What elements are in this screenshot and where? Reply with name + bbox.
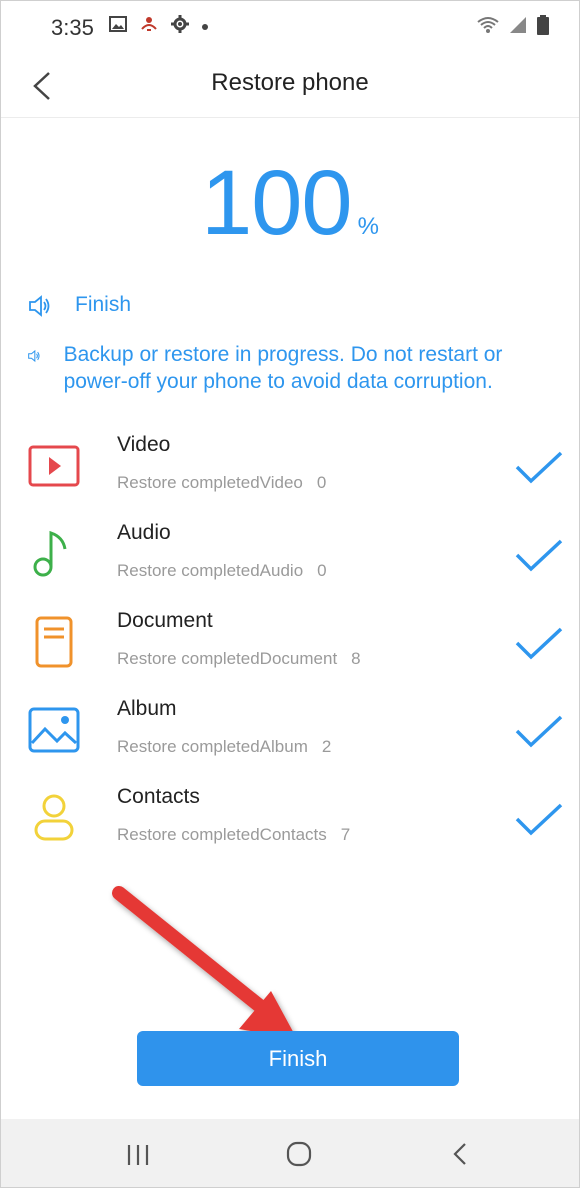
progress-value: 100 — [201, 152, 352, 254]
status-message-finish: Finish — [27, 291, 553, 319]
item-status-text: Restore completedVideo — [117, 473, 303, 492]
nav-back-button[interactable] — [441, 1137, 481, 1171]
document-icon — [35, 616, 73, 668]
item-status-text: Restore completedAlbum — [117, 737, 308, 756]
checkmark-icon — [515, 451, 563, 484]
item-name: Video — [117, 433, 171, 456]
item-status: Restore completedDocument 8 — [117, 649, 361, 669]
progress-readout: 100% — [1, 151, 579, 256]
message-text: Backup or restore in progress. Do not re… — [63, 343, 503, 393]
item-count: 2 — [321, 737, 332, 756]
page-title: Restore phone — [211, 69, 369, 96]
music-note-icon — [33, 530, 67, 577]
item-name: Contacts — [117, 785, 200, 808]
checkmark-icon — [515, 715, 563, 748]
item-name: Document — [117, 609, 213, 632]
checkmark-icon — [515, 539, 563, 572]
list-item-album: Album Restore completedAlbum 2 — [1, 697, 579, 783]
settings-icon — [171, 15, 189, 38]
progress-unit: % — [357, 213, 379, 240]
album-icon — [28, 707, 80, 753]
battery-icon — [537, 15, 549, 40]
item-count: 0 — [316, 473, 327, 492]
video-icon — [28, 445, 80, 487]
signal-icon — [509, 16, 527, 39]
finish-button[interactable]: Finish — [137, 1031, 459, 1086]
item-status: Restore completedAlbum 2 — [117, 737, 331, 757]
app-bar: Restore phone — [1, 57, 579, 118]
wifi-icon — [477, 16, 499, 39]
item-status: Restore completedAudio 0 — [117, 561, 327, 581]
status-message-warning: Backup or restore in progress. Do not re… — [27, 341, 553, 395]
recents-button[interactable] — [119, 1137, 159, 1171]
item-name: Album — [117, 697, 177, 720]
status-icons-right — [477, 15, 549, 40]
recents-icon — [127, 1145, 149, 1165]
list-item-video: Video Restore completedVideo 0 — [1, 433, 579, 519]
status-bar: 3:35 — [1, 1, 579, 57]
list-item-contacts: Contacts Restore completedContacts 7 — [1, 785, 579, 871]
home-button[interactable] — [279, 1137, 319, 1171]
status-icons-left — [109, 15, 209, 38]
message-text: Finish — [75, 293, 132, 316]
item-count: 7 — [340, 825, 351, 844]
speaker-icon — [28, 349, 40, 363]
list-item-audio: Audio Restore completedAudio 0 — [1, 521, 579, 607]
annotation-arrow-icon — [112, 886, 297, 1039]
list-item-document: Document Restore completedDocument 8 — [1, 609, 579, 695]
checkmark-icon — [515, 627, 563, 660]
item-name: Audio — [117, 521, 171, 544]
dot-icon — [201, 18, 209, 36]
gallery-icon — [109, 16, 127, 37]
checkmark-icon — [515, 803, 563, 836]
item-status-text: Restore completedDocument — [117, 649, 338, 668]
phone-screen: 3:35 Restore phone 100 % Finish Backup o… — [0, 0, 580, 1188]
contact-icon — [34, 794, 74, 841]
item-count: 8 — [351, 649, 361, 668]
item-status-text: Restore completedAudio — [117, 561, 304, 580]
speaker-icon — [29, 295, 50, 317]
item-count: 0 — [317, 561, 327, 580]
navigation-bar — [1, 1119, 579, 1187]
status-time: 3:35 — [51, 15, 94, 40]
notification-icon — [139, 15, 159, 38]
item-status: Restore completedVideo 0 — [117, 473, 326, 493]
home-icon — [286, 1141, 312, 1167]
back-icon — [453, 1143, 466, 1165]
item-status-text: Restore completedContacts — [117, 825, 327, 844]
item-status: Restore completedContacts 7 — [117, 825, 350, 845]
